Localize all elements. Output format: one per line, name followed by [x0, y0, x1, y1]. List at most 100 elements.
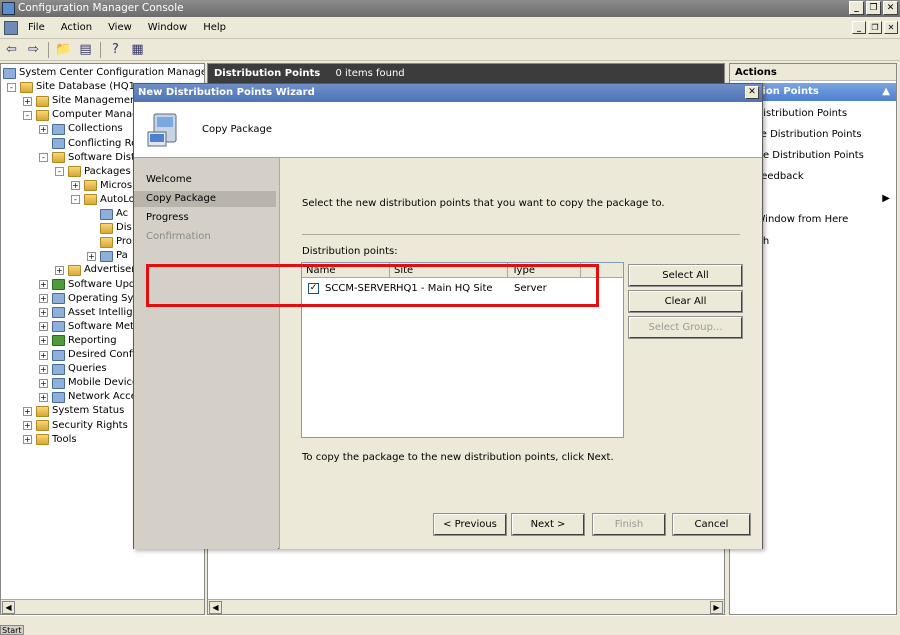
tree-node[interactable]: + Queries: [39, 362, 107, 376]
tree-node[interactable]: + Collections: [39, 122, 123, 136]
show-tree-icon[interactable]: ▤: [76, 41, 95, 59]
scroll-left-icon[interactable]: ◀: [209, 601, 222, 614]
next-button[interactable]: Next >: [511, 513, 585, 536]
scroll-left-icon[interactable]: ◀: [2, 601, 15, 614]
wizard-close-button[interactable]: ✕: [745, 86, 759, 99]
select-group-button: Select Group...: [628, 316, 743, 339]
help-icon[interactable]: ?: [106, 41, 125, 59]
tree-node-label: Dis: [116, 222, 132, 234]
tree-node-label: Tools: [52, 433, 77, 445]
app-icon: [2, 2, 15, 15]
tree-horizontal-scrollbar[interactable]: ◀: [1, 599, 204, 614]
nav-step-copy-package[interactable]: Copy Package: [134, 191, 276, 207]
expand-icon[interactable]: +: [39, 378, 48, 388]
tree-node[interactable]: System Center Configuration Manager: [3, 66, 204, 80]
expand-icon[interactable]: +: [39, 392, 48, 402]
child-minimize-button[interactable]: _: [852, 21, 866, 34]
collapse-icon[interactable]: ▲: [882, 83, 890, 101]
properties-icon[interactable]: ▦: [128, 41, 147, 59]
collapse-icon[interactable]: -: [55, 167, 64, 177]
node-icon: [100, 250, 113, 262]
menu-bar: File Action View Window Help _ ❐ ✕: [0, 17, 900, 39]
tree-node[interactable]: + Micros: [71, 179, 132, 193]
expand-icon[interactable]: +: [39, 124, 48, 134]
expand-icon[interactable]: +: [39, 364, 48, 374]
menu-file[interactable]: File: [20, 22, 53, 33]
tree-node[interactable]: + Network Acces: [39, 390, 142, 404]
tree-node[interactable]: + Advertiser: [55, 263, 135, 277]
expand-icon[interactable]: +: [23, 96, 32, 106]
expand-icon[interactable]: +: [23, 435, 32, 445]
tree-node[interactable]: - Software Distr: [39, 151, 139, 165]
tree-node[interactable]: - Computer Manage: [23, 108, 145, 122]
menu-help[interactable]: Help: [195, 22, 234, 33]
folder-icon: [100, 236, 113, 248]
tree-node-label: Software Mete: [68, 320, 141, 332]
expand-icon[interactable]: +: [39, 294, 48, 304]
tree-node[interactable]: - AutoLo: [71, 193, 135, 207]
tree-node[interactable]: + Security Rights: [23, 419, 128, 433]
node-icon: [52, 321, 65, 333]
tree-node[interactable]: - Site Database (HQ1 -: [7, 80, 142, 94]
tree-node[interactable]: + Software Upda: [39, 278, 141, 292]
expand-icon[interactable]: +: [71, 181, 80, 191]
previous-button[interactable]: < Previous: [433, 513, 507, 536]
tree-node[interactable]: + Mobile Device: [39, 376, 138, 390]
tree-node[interactable]: Pro: [100, 235, 132, 249]
tree-node[interactable]: Conflicting Rec: [52, 137, 143, 151]
tree-node[interactable]: + Tools: [23, 433, 77, 447]
scroll-right-icon[interactable]: ▶: [710, 601, 723, 614]
tree-node[interactable]: Dis: [100, 221, 132, 235]
close-button[interactable]: ✕: [883, 1, 898, 15]
collapse-icon[interactable]: -: [7, 82, 16, 92]
console-icon[interactable]: [4, 20, 18, 35]
tree-node[interactable]: + Software Mete: [39, 320, 140, 334]
menu-action[interactable]: Action: [53, 22, 100, 33]
results-header: Distribution Points 0 items found: [208, 64, 724, 83]
tree-node[interactable]: + Pa: [87, 249, 128, 263]
cancel-button[interactable]: Cancel: [672, 513, 751, 536]
expand-icon[interactable]: +: [39, 308, 48, 318]
collapse-icon[interactable]: -: [71, 195, 80, 205]
folder-icon: [68, 166, 81, 178]
up-folder-icon[interactable]: 📁: [54, 41, 73, 59]
start-button[interactable]: Start: [0, 625, 24, 635]
child-restore-button[interactable]: ❐: [868, 21, 882, 34]
expand-icon[interactable]: +: [23, 421, 32, 430]
tree-node[interactable]: + Operating Sys: [39, 292, 139, 306]
expand-icon[interactable]: +: [39, 336, 48, 346]
nav-step-progress[interactable]: Progress: [134, 210, 276, 226]
node-icon: [3, 67, 16, 79]
results-horizontal-scrollbar[interactable]: ◀ ▶: [208, 599, 724, 614]
tree-node[interactable]: + Reporting: [39, 334, 117, 348]
expand-icon[interactable]: +: [39, 350, 48, 360]
restore-button[interactable]: ❐: [866, 1, 881, 15]
back-icon[interactable]: ⇦: [2, 41, 21, 59]
clear-all-button[interactable]: Clear All: [628, 290, 743, 313]
tree-node[interactable]: + System Status: [23, 404, 124, 418]
tree-node[interactable]: + Asset Intellige: [39, 306, 139, 320]
expand-icon[interactable]: +: [87, 251, 96, 261]
select-all-button[interactable]: Select All: [628, 264, 743, 287]
new-distribution-points-wizard: New Distribution Points Wizard ✕ Copy Pa…: [133, 83, 763, 549]
expand-icon[interactable]: +: [55, 265, 64, 275]
tree-node-label: Network Acces: [68, 391, 142, 403]
minimize-button[interactable]: _: [849, 1, 864, 15]
menu-view[interactable]: View: [100, 22, 140, 33]
collapse-icon[interactable]: -: [23, 110, 32, 120]
child-close-button[interactable]: ✕: [884, 21, 898, 34]
menu-window[interactable]: Window: [140, 22, 195, 33]
tree-node-label: Conflicting Rec: [68, 137, 143, 149]
tree-node-label: Site Management: [52, 95, 141, 107]
tree-node[interactable]: + Desired Config: [39, 348, 142, 362]
collapse-icon[interactable]: -: [39, 153, 48, 163]
tree-node[interactable]: - Packages: [55, 165, 131, 179]
expand-icon[interactable]: +: [39, 322, 48, 332]
tree-node[interactable]: Ac: [100, 207, 128, 221]
expand-icon[interactable]: +: [39, 280, 48, 289]
expand-icon[interactable]: +: [23, 406, 32, 416]
tree-node[interactable]: + Site Management: [23, 94, 140, 108]
nav-step-welcome[interactable]: Welcome: [134, 172, 276, 188]
wizard-title-bar: New Distribution Points Wizard ✕: [134, 84, 762, 102]
forward-icon[interactable]: ⇨: [24, 41, 43, 59]
